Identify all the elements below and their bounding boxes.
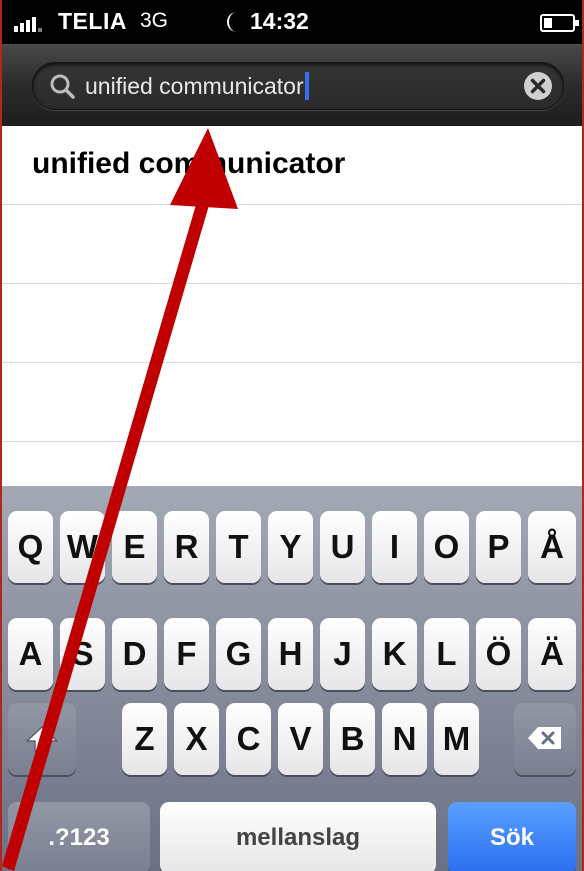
numbers-key[interactable]: .?123 [8, 802, 150, 871]
key-y[interactable]: Y [268, 511, 313, 583]
suggestion-label: unified communicator [32, 147, 346, 180]
signal-icon [14, 17, 42, 32]
key-d[interactable]: D [112, 618, 157, 690]
key-e[interactable]: E [112, 511, 157, 583]
key-t[interactable]: T [216, 511, 261, 583]
shift-icon [26, 726, 58, 752]
key-h[interactable]: H [268, 618, 313, 690]
key-z[interactable]: Z [122, 703, 167, 775]
key-l[interactable]: L [424, 618, 469, 690]
moon-icon [227, 12, 237, 32]
key-o[interactable]: O [424, 511, 469, 583]
iphone-screen: TELIA 3G 14:32 unified communicator unif… [0, 0, 584, 871]
empty-row [0, 284, 584, 363]
key-j[interactable]: J [320, 618, 365, 690]
shift-key[interactable] [8, 703, 76, 775]
clear-icon[interactable] [523, 71, 553, 101]
key-s[interactable]: S [60, 618, 105, 690]
key-f[interactable]: F [164, 618, 209, 690]
keyboard: Q W E R T Y U I O P Å A S D F G H J K L … [0, 486, 584, 871]
key-c[interactable]: C [226, 703, 271, 775]
empty-row [0, 363, 584, 442]
backspace-icon [528, 727, 561, 749]
key-q[interactable]: Q [8, 511, 53, 583]
key-p[interactable]: P [476, 511, 521, 583]
key-r[interactable]: R [164, 511, 209, 583]
key-k[interactable]: K [372, 618, 417, 690]
search-query: unified communicator [85, 72, 309, 100]
search-icon [50, 74, 75, 99]
search-suggestions-list: unified communicator [0, 126, 584, 486]
status-bar: TELIA 3G 14:32 [0, 0, 584, 44]
key-m[interactable]: M [434, 703, 479, 775]
key-b[interactable]: B [330, 703, 375, 775]
search-key[interactable]: Sök [448, 802, 576, 871]
key-a-ring[interactable]: Å [528, 511, 576, 583]
battery-icon [540, 14, 579, 32]
network-type: 3G [140, 9, 169, 32]
key-v[interactable]: V [278, 703, 323, 775]
backspace-key[interactable] [514, 703, 576, 775]
key-n[interactable]: N [382, 703, 427, 775]
key-w[interactable]: W [60, 511, 105, 583]
space-key[interactable]: mellanslag [160, 802, 436, 871]
key-i[interactable]: I [372, 511, 417, 583]
key-g[interactable]: G [216, 618, 261, 690]
text-cursor [304, 72, 309, 100]
key-x[interactable]: X [174, 703, 219, 775]
suggestion-row[interactable]: unified communicator [0, 126, 584, 205]
status-time: 14:32 [250, 8, 309, 34]
empty-row [0, 205, 584, 284]
key-o-umlaut[interactable]: Ö [476, 618, 521, 690]
frame-left-border [0, 0, 2, 871]
carrier-name: TELIA [58, 8, 127, 34]
key-u[interactable]: U [320, 511, 365, 583]
search-input[interactable]: unified communicator [32, 62, 564, 110]
key-a-umlaut[interactable]: Ä [528, 618, 576, 690]
key-a[interactable]: A [8, 618, 53, 690]
search-bar: unified communicator [0, 44, 584, 127]
